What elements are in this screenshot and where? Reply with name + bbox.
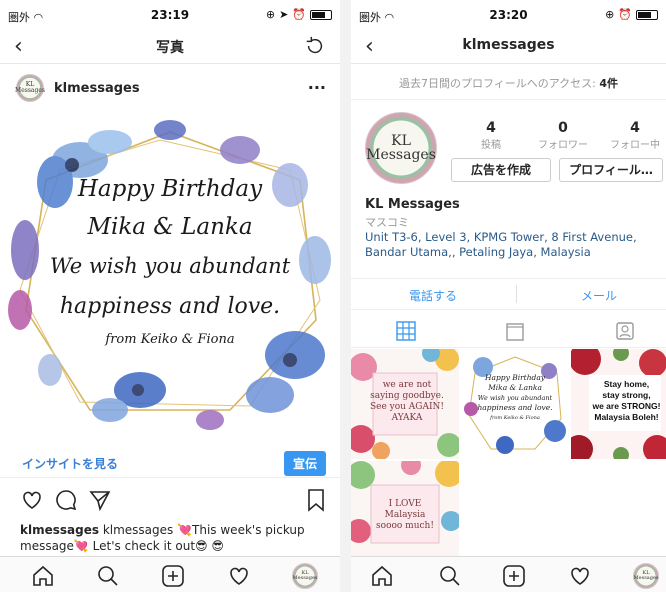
grid-post-3-line-3: we are STRONG! xyxy=(592,401,661,411)
post-image-line-2: Mika & Lanka xyxy=(87,214,253,240)
post-image-line-3: We wish you abundant xyxy=(49,254,291,278)
post-caption: klmessages klmessages 💘This week's picku… xyxy=(20,522,326,554)
status-bar: 圏外 ◠ 23:20 ⊕ ⏰ xyxy=(351,0,666,30)
bottom-tab-bar: KL Messages xyxy=(351,556,666,592)
post-image[interactable]: Happy Birthday Mika & Lanka We wish you … xyxy=(0,110,340,442)
post-image-line-1: Happy Birthday xyxy=(77,176,263,202)
profile-tab-avatar[interactable]: KL Messages xyxy=(633,563,659,589)
activity-heart-icon[interactable] xyxy=(567,563,593,589)
view-insights-link[interactable]: インサイトを見る xyxy=(22,455,118,472)
visits-label: 過去7日間のプロフィールへのアクセス: xyxy=(398,77,600,90)
grid-post-1[interactable]: we are not saying goodbye. See you AGAIN… xyxy=(351,349,459,459)
battery-icon xyxy=(310,9,332,20)
caption-username[interactable]: klmessages xyxy=(20,523,99,537)
grid-post-2-line-4: happiness and love. xyxy=(477,403,553,412)
comment-icon[interactable] xyxy=(54,488,78,512)
grid-post-2-line-1: Happy Birthday xyxy=(484,373,546,382)
nav-bar: ‹ klmessages xyxy=(351,30,666,64)
lock-rotation-icon: ⊕ xyxy=(605,8,615,21)
grid-post-4[interactable]: I LOVE Malaysia soooo much! xyxy=(351,461,459,571)
contact-divider xyxy=(516,285,517,303)
tagged-icon[interactable] xyxy=(614,320,636,342)
call-button[interactable]: 電話する xyxy=(409,287,457,304)
grid-post-1-line-2: saying goodbye. xyxy=(370,391,444,401)
profile-name: KL Messages xyxy=(365,197,460,212)
grid-post-4-line-3: soooo much! xyxy=(376,521,434,531)
create-ad-button[interactable]: 広告を作成 xyxy=(451,158,551,182)
grid-post-1-line-3: See you AGAIN! xyxy=(369,402,445,412)
add-post-icon[interactable] xyxy=(501,563,527,589)
edit-profile-button[interactable]: プロフィール… xyxy=(559,158,663,182)
stat-followers[interactable]: 0 フォロワー xyxy=(523,120,603,151)
refresh-icon[interactable] xyxy=(304,35,326,57)
lock-rotation-icon: ⊕ xyxy=(265,8,276,21)
post-actions xyxy=(0,488,340,518)
grid-post-1-line-1: we are not xyxy=(382,380,432,390)
post-screen: 圏外 ◠ 23:19 ⊕ ➤ ⏰ ‹ 写真 KL Messages klmess… xyxy=(0,0,340,592)
grid-post-4-line-2: Malaysia xyxy=(384,510,426,520)
grid-post-2[interactable]: Happy Birthday Mika & Lanka We wish you … xyxy=(461,349,569,459)
stat-posts[interactable]: 4 投稿 xyxy=(451,120,531,151)
alarm-icon: ⏰ xyxy=(618,8,632,21)
screen-divider xyxy=(340,0,351,592)
stat-following[interactable]: 4 フォロー中 xyxy=(595,120,666,151)
nav-bar: ‹ 写真 xyxy=(0,30,340,64)
activity-heart-icon[interactable] xyxy=(226,563,252,589)
grid-post-4-line-1: I LOVE xyxy=(388,499,422,509)
post-image-line-4: happiness and love. xyxy=(59,294,281,319)
contact-bar: 電話する メール xyxy=(351,278,666,310)
profile-view-tabs xyxy=(351,314,666,348)
grid-post-3[interactable]: Stay home, stay strong, we are STRONG! M… xyxy=(571,349,666,459)
search-icon[interactable] xyxy=(95,563,121,589)
igtv-icon[interactable] xyxy=(504,320,526,342)
home-icon[interactable] xyxy=(30,563,56,589)
alarm-icon: ⏰ xyxy=(292,8,306,21)
email-button[interactable]: メール xyxy=(581,287,617,304)
avatar[interactable]: KL Messages xyxy=(15,74,45,102)
post-image-line-5: from Keiko & Fiona xyxy=(105,332,235,347)
grid-post-3-line-4: Malaysia Boleh! xyxy=(594,412,659,422)
profile-visits-banner[interactable]: 過去7日間のプロフィールへのアクセス: 4件 xyxy=(351,64,666,100)
promote-button[interactable]: 宣伝 xyxy=(283,451,326,476)
profile-tab-avatar[interactable]: KL Messages xyxy=(292,563,318,589)
grid-view-icon[interactable] xyxy=(395,320,417,342)
status-icons: ⊕ ⏰ xyxy=(605,8,658,21)
profile-username-title: klmessages xyxy=(462,37,555,53)
grid-post-2-line-5: from Keiko & Fiona xyxy=(490,415,540,421)
post-username[interactable]: klmessages xyxy=(54,81,140,96)
grid-post-2-line-2: Mika & Lanka xyxy=(488,383,542,392)
bottom-tab-bar: KL Messages xyxy=(0,556,340,592)
location-icon: ➤ xyxy=(279,8,289,21)
grid-post-2-line-3: We wish you abundant xyxy=(477,394,553,402)
profile-category: マスコミ xyxy=(365,216,409,229)
insight-bar: インサイトを見る 宣伝 xyxy=(0,448,340,478)
page-title: 写真 xyxy=(156,40,184,56)
share-icon[interactable] xyxy=(88,488,112,512)
status-icons: ⊕ ➤ ⏰ xyxy=(266,8,332,21)
grid-post-1-line-4: AYAKA xyxy=(391,413,423,423)
home-icon[interactable] xyxy=(369,563,395,589)
grid-post-3-line-2: stay strong, xyxy=(602,390,651,400)
post-header: KL Messages klmessages ··· xyxy=(0,72,340,108)
more-options-icon[interactable]: ··· xyxy=(308,78,326,97)
profile-avatar[interactable]: KL Messages xyxy=(365,112,437,184)
grid-post-3-line-1: Stay home, xyxy=(603,379,650,389)
add-post-icon[interactable] xyxy=(160,563,186,589)
search-icon[interactable] xyxy=(437,563,463,589)
profile-address[interactable]: Unit T3-6, Level 3, KPMG Tower, 8 First … xyxy=(365,230,660,260)
visits-count: 4件 xyxy=(599,77,619,90)
status-bar: 圏外 ◠ 23:19 ⊕ ➤ ⏰ xyxy=(0,0,340,30)
profile-stats: 4 投稿 0 フォロワー 4 フォロー中 xyxy=(451,120,666,154)
like-heart-icon[interactable] xyxy=(20,488,44,512)
bookmark-icon[interactable] xyxy=(306,488,326,512)
profile-screen: 圏外 ◠ 23:20 ⊕ ⏰ ‹ klmessages 過去7日間のプロフィール… xyxy=(351,0,666,592)
battery-icon xyxy=(636,9,658,20)
